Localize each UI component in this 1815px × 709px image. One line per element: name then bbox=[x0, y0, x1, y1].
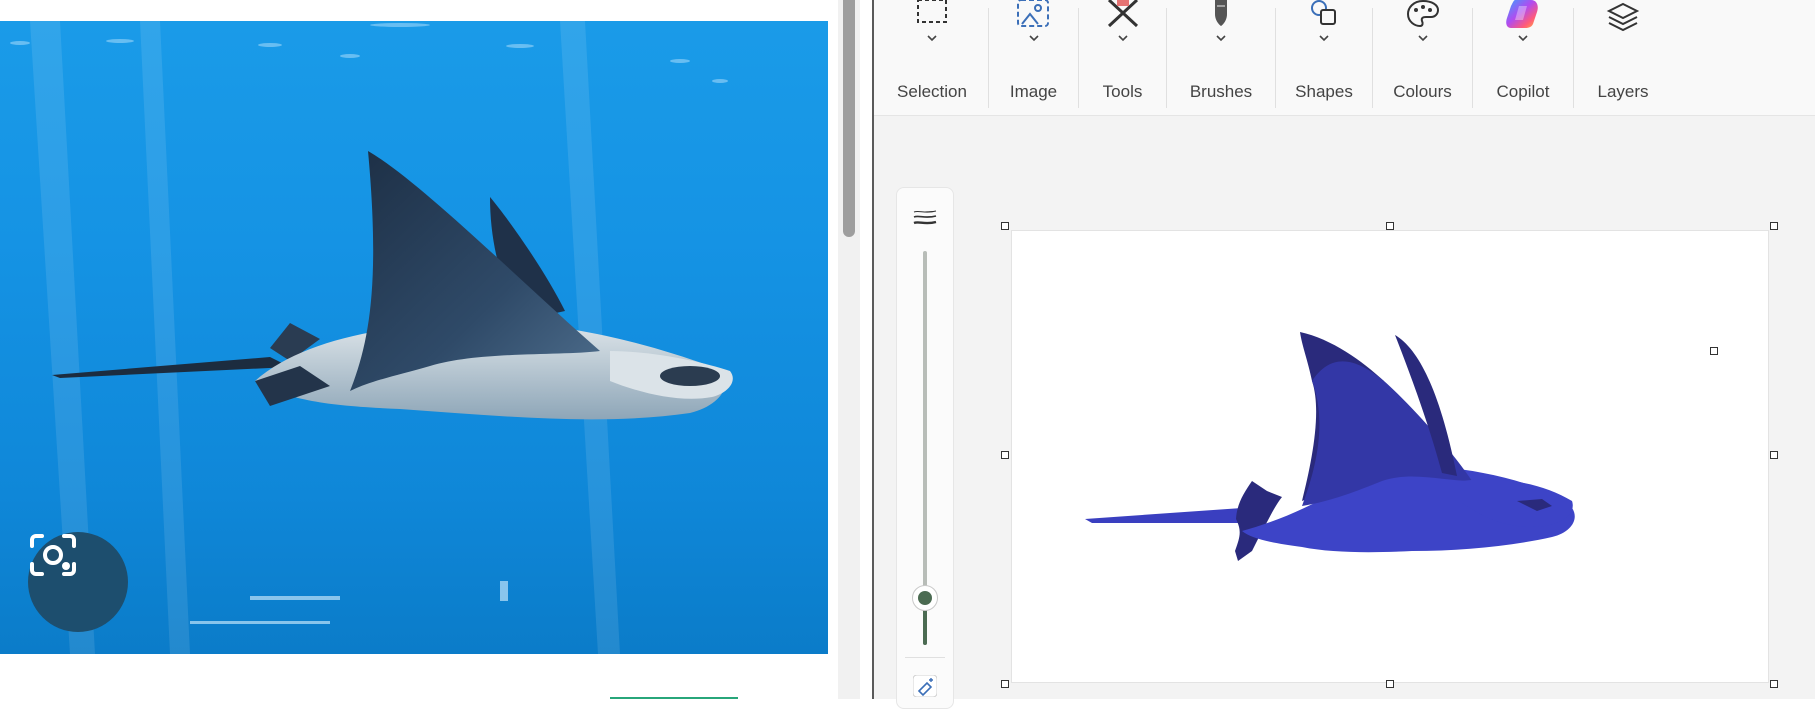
ribbon-label-layers: Layers bbox=[1597, 82, 1649, 101]
browser-scrollbar-thumb[interactable] bbox=[843, 0, 855, 237]
camera-lens-icon bbox=[30, 534, 76, 576]
paint-ribbon: Selection Image Tools Brushes Shapes Col… bbox=[874, 0, 1815, 116]
ray-photo-drawing bbox=[10, 21, 733, 654]
tools-icon bbox=[1107, 0, 1138, 28]
ray-drawing bbox=[1085, 332, 1575, 561]
paint-canvas[interactable] bbox=[1011, 230, 1769, 683]
ribbon-group-image[interactable]: Image bbox=[989, 0, 1078, 115]
ribbon-label-brushes: Brushes bbox=[1189, 82, 1253, 101]
brush-icon bbox=[1215, 0, 1227, 26]
chevron-down-icon[interactable] bbox=[1417, 34, 1429, 42]
resize-handle-top[interactable] bbox=[1386, 222, 1394, 230]
brush-size-panel bbox=[896, 187, 954, 709]
palette-icon bbox=[1406, 0, 1439, 28]
chevron-down-icon[interactable] bbox=[926, 34, 938, 42]
ribbon-group-colours[interactable]: Colours bbox=[1373, 0, 1472, 115]
google-lens-button[interactable] bbox=[28, 532, 128, 632]
panel-divider bbox=[905, 657, 945, 658]
ribbon-group-tools[interactable]: Tools bbox=[1079, 0, 1166, 115]
ray-photo[interactable] bbox=[0, 21, 828, 654]
ribbon-label-tools: Tools bbox=[1102, 82, 1143, 101]
magic-eraser-icon[interactable] bbox=[913, 675, 937, 697]
resize-handle-right[interactable] bbox=[1770, 451, 1778, 459]
ribbon-label-colours: Colours bbox=[1393, 82, 1452, 101]
chevron-down-icon[interactable] bbox=[1318, 34, 1330, 42]
ribbon-label-selection: Selection bbox=[897, 82, 967, 101]
layers-icon bbox=[1606, 2, 1640, 32]
browser-scrollbar[interactable] bbox=[838, 0, 860, 699]
chevron-down-icon[interactable] bbox=[1028, 34, 1040, 42]
ribbon-group-brushes[interactable]: Brushes bbox=[1167, 0, 1275, 115]
image-icon bbox=[1016, 0, 1049, 27]
resize-handle-bottom-left[interactable] bbox=[1001, 680, 1009, 688]
brush-size-slider-thumb[interactable] bbox=[912, 584, 938, 611]
selection-icon bbox=[917, 0, 947, 23]
chevron-down-icon[interactable] bbox=[1117, 34, 1129, 42]
chevron-down-icon[interactable] bbox=[1215, 34, 1227, 42]
ribbon-group-copilot[interactable]: Copilot bbox=[1473, 0, 1573, 115]
ribbon-label-copilot: Copilot bbox=[1496, 82, 1550, 101]
ribbon-group-shapes[interactable]: Shapes bbox=[1276, 0, 1372, 115]
stroke-width-icon bbox=[913, 210, 937, 225]
ribbon-group-layers[interactable]: Layers bbox=[1574, 0, 1672, 115]
ribbon-label-image: Image bbox=[1009, 82, 1058, 101]
resize-handle-bottom-right[interactable] bbox=[1770, 680, 1778, 688]
resize-handle-top-right[interactable] bbox=[1770, 222, 1778, 230]
resize-handle-bottom[interactable] bbox=[1386, 680, 1394, 688]
copilot-icon bbox=[1506, 0, 1538, 28]
resize-handle-left[interactable] bbox=[1001, 451, 1009, 459]
ribbon-label-shapes: Shapes bbox=[1295, 82, 1353, 101]
rotation-handle[interactable] bbox=[1710, 347, 1718, 355]
resize-handle-top-left[interactable] bbox=[1001, 222, 1009, 230]
shapes-icon bbox=[1311, 0, 1336, 25]
browser-page bbox=[0, 0, 838, 699]
chevron-down-icon[interactable] bbox=[1517, 34, 1529, 42]
ribbon-group-selection[interactable]: Selection bbox=[876, 0, 988, 115]
